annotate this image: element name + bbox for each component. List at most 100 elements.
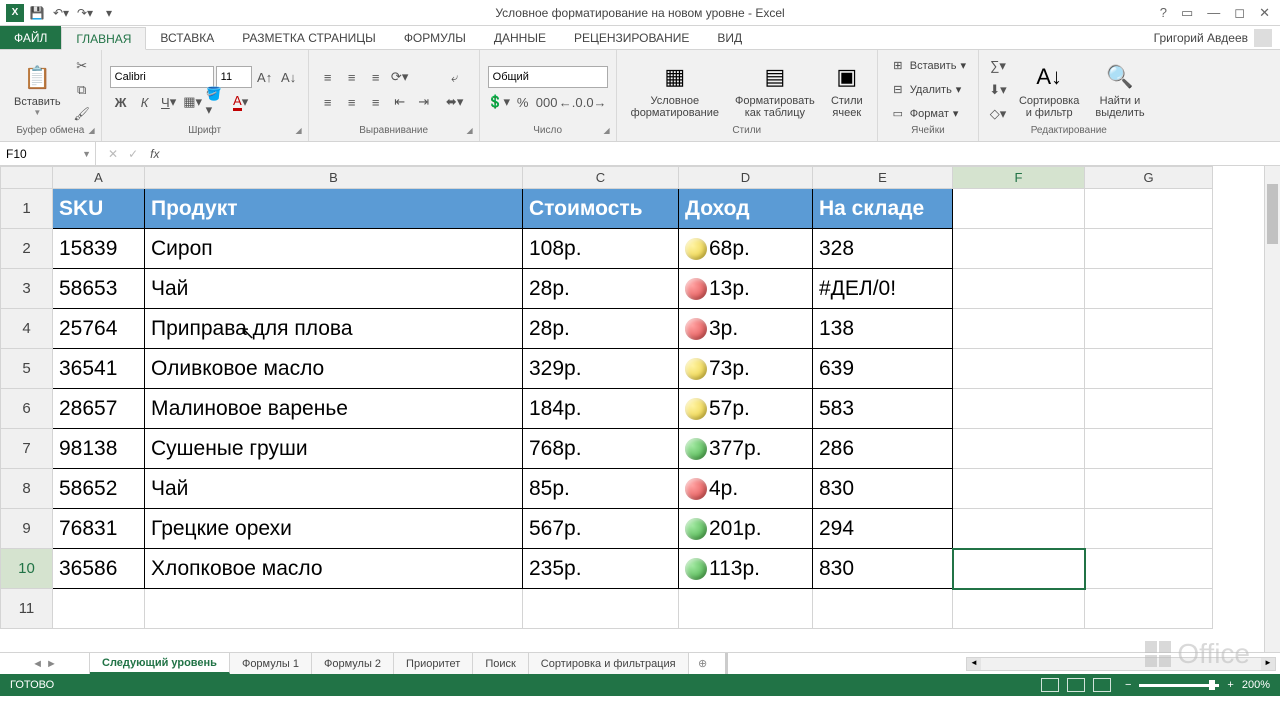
accounting-icon[interactable]: 💲▾	[488, 91, 510, 113]
cell[interactable]: 108р.	[523, 229, 679, 269]
zoom-out-icon[interactable]: −	[1125, 679, 1131, 691]
cell[interactable]: 583	[813, 389, 953, 429]
format-cells-button[interactable]: ▭Формат ▾	[886, 103, 970, 125]
cell[interactable]	[953, 269, 1085, 309]
ribbon-tab-данные[interactable]: ДАННЫЕ	[480, 26, 560, 49]
cell[interactable]	[953, 509, 1085, 549]
row-header[interactable]: 11	[1, 589, 53, 629]
number-format-combo[interactable]	[488, 66, 608, 88]
file-tab[interactable]: ФАЙЛ	[0, 26, 61, 49]
column-header[interactable]: G	[1085, 167, 1213, 189]
qat-customize-icon[interactable]: ▾	[98, 2, 120, 24]
cell[interactable]: Приправа для плова	[145, 309, 523, 349]
dialog-launcher-icon[interactable]: ◢	[466, 126, 472, 135]
table-header-cell[interactable]: Стоимость	[523, 189, 679, 229]
clear-icon[interactable]: ◇▾	[987, 103, 1009, 125]
cell[interactable]	[1085, 309, 1213, 349]
wrap-text-icon[interactable]: ⤶	[439, 67, 471, 89]
dialog-launcher-icon[interactable]: ◢	[295, 126, 301, 135]
cancel-formula-icon[interactable]: ✕	[108, 147, 118, 161]
font-size-combo[interactable]	[216, 66, 252, 88]
cell[interactable]: Оливковое масло	[145, 349, 523, 389]
cell[interactable]: 85р.	[523, 469, 679, 509]
cell[interactable]	[1085, 429, 1213, 469]
cell[interactable]: 377р.	[679, 429, 813, 469]
table-header-cell[interactable]: Продукт	[145, 189, 523, 229]
user-account[interactable]: Григорий Авдеев	[1154, 26, 1280, 49]
redo-icon[interactable]: ↷▾	[74, 2, 96, 24]
cell[interactable]: 4р.	[679, 469, 813, 509]
normal-view-icon[interactable]	[1041, 678, 1059, 692]
font-name-combo[interactable]	[110, 66, 214, 88]
column-header[interactable]: C	[523, 167, 679, 189]
column-header[interactable]: B	[145, 167, 523, 189]
row-header[interactable]: 8	[1, 469, 53, 509]
fx-icon[interactable]: fx	[150, 147, 165, 161]
cell[interactable]	[1085, 189, 1213, 229]
sheet-tab[interactable]: Поиск	[473, 653, 528, 674]
column-header[interactable]: F	[953, 167, 1085, 189]
cell[interactable]	[145, 589, 523, 629]
cell[interactable]	[1085, 349, 1213, 389]
minimize-icon[interactable]: —	[1207, 5, 1220, 21]
row-header[interactable]: 1	[1, 189, 53, 229]
align-top-icon[interactable]: ≡	[317, 66, 339, 88]
cell[interactable]	[953, 469, 1085, 509]
cell[interactable]: 3р.	[679, 309, 813, 349]
cell[interactable]: 58653	[53, 269, 145, 309]
fill-color-icon[interactable]: 🪣▾	[206, 91, 228, 113]
paste-button[interactable]: 📋 Вставить ▼	[8, 54, 67, 125]
cell[interactable]: 68р.	[679, 229, 813, 269]
cell[interactable]	[1085, 269, 1213, 309]
cell[interactable]: 58652	[53, 469, 145, 509]
cell[interactable]	[53, 589, 145, 629]
cell[interactable]: 28р.	[523, 309, 679, 349]
cell[interactable]: 36586	[53, 549, 145, 589]
cell[interactable]: 286	[813, 429, 953, 469]
sheet-tab[interactable]: Формулы 2	[312, 653, 394, 674]
ribbon-tab-главная[interactable]: ГЛАВНАЯ	[61, 27, 146, 50]
row-header[interactable]: 6	[1, 389, 53, 429]
cell[interactable]: 567р.	[523, 509, 679, 549]
cell[interactable]: #ДЕЛ/0!	[813, 269, 953, 309]
cell[interactable]	[679, 589, 813, 629]
select-all-corner[interactable]	[1, 167, 53, 189]
cell[interactable]: 28657	[53, 389, 145, 429]
cell[interactable]: Хлопковое масло	[145, 549, 523, 589]
cell[interactable]	[1085, 589, 1213, 629]
cell[interactable]: Чай	[145, 269, 523, 309]
cell[interactable]	[1085, 229, 1213, 269]
sheet-tab[interactable]: Сортировка и фильтрация	[529, 653, 689, 674]
cell[interactable]	[953, 349, 1085, 389]
page-break-view-icon[interactable]	[1093, 678, 1111, 692]
close-icon[interactable]: ✕	[1259, 5, 1270, 21]
help-icon[interactable]: ?	[1160, 5, 1167, 21]
cell[interactable]: 235р.	[523, 549, 679, 589]
cell[interactable]	[953, 549, 1085, 589]
ribbon-tab-формулы[interactable]: ФОРМУЛЫ	[390, 26, 480, 49]
cell[interactable]: 329р.	[523, 349, 679, 389]
cell[interactable]: 36541	[53, 349, 145, 389]
align-bottom-icon[interactable]: ≡	[365, 66, 387, 88]
cell[interactable]: 57р.	[679, 389, 813, 429]
cell[interactable]	[953, 229, 1085, 269]
cell[interactable]: 15839	[53, 229, 145, 269]
dialog-launcher-icon[interactable]: ◢	[603, 126, 609, 135]
decrease-font-icon[interactable]: A↓	[278, 66, 300, 88]
sort-filter-button[interactable]: A↓Сортировка и фильтр	[1013, 54, 1085, 125]
underline-button[interactable]: Ч▾	[158, 91, 180, 113]
sheet-nav[interactable]: ◄ ►	[0, 653, 90, 674]
align-left-icon[interactable]: ≡	[317, 91, 339, 113]
ribbon-tab-вставка[interactable]: ВСТАВКА	[146, 26, 228, 49]
cell[interactable]	[1085, 549, 1213, 589]
increase-indent-icon[interactable]: ⇥	[413, 91, 435, 113]
cell[interactable]: 25764	[53, 309, 145, 349]
cell[interactable]: 28р.	[523, 269, 679, 309]
save-icon[interactable]: 💾	[26, 2, 48, 24]
column-header[interactable]: D	[679, 167, 813, 189]
insert-cells-button[interactable]: ⊞Вставить ▾	[886, 55, 970, 77]
borders-icon[interactable]: ▦▾	[182, 91, 204, 113]
dialog-launcher-icon[interactable]: ◢	[88, 126, 94, 135]
cell[interactable]: 13р.	[679, 269, 813, 309]
decrease-decimal-icon[interactable]: .0→	[584, 91, 606, 113]
